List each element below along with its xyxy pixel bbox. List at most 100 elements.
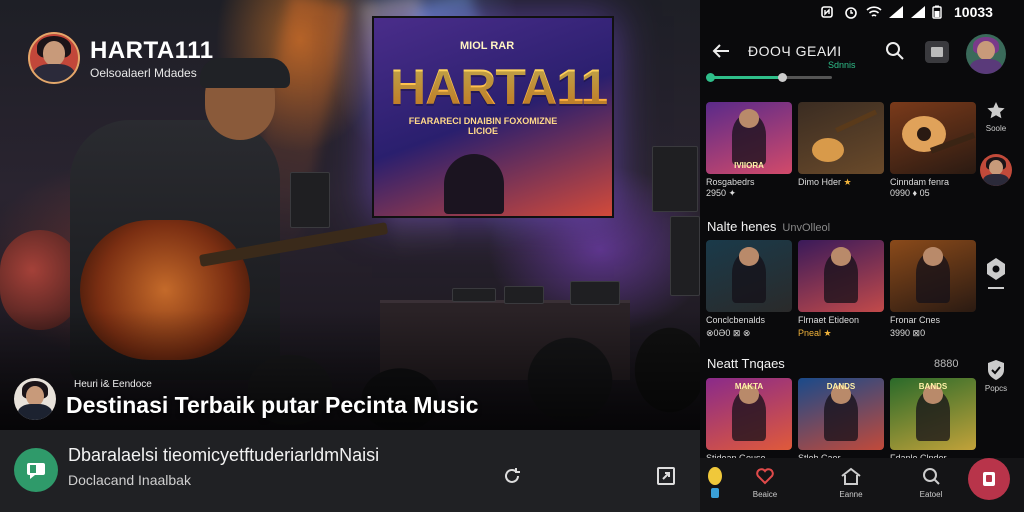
screen-small-text: MIOL RAR xyxy=(460,40,515,52)
nav-item-eatoel[interactable]: Eatoel xyxy=(906,466,956,499)
section-heading: Nalte henes xyxy=(707,219,777,234)
caption-small-text: Heuri i& Eendoce xyxy=(74,379,152,390)
star-icon: ★ xyxy=(843,177,852,187)
album-card[interactable]: DANDS Stleh Caer xyxy=(798,378,884,463)
album-card[interactable]: Cinndam fenra 0990 ♦ 05 xyxy=(890,102,976,198)
back-arrow-icon[interactable] xyxy=(710,40,732,67)
side-item-user[interactable] xyxy=(976,154,1016,186)
signal-icon xyxy=(888,5,904,22)
heart-icon xyxy=(756,468,774,485)
speaker-cabinet xyxy=(670,216,700,296)
fab-button[interactable] xyxy=(968,458,1010,500)
nav-item-bulb[interactable] xyxy=(700,466,740,504)
album-title: Dimo Hder xyxy=(798,177,842,187)
wifi-icon xyxy=(866,5,882,22)
volume-slider[interactable] xyxy=(706,73,832,82)
screen-subtitle: FEARARECI DNAIBIN FOXOMIZNE LICIOE xyxy=(408,116,558,136)
avatar-shoulders xyxy=(18,404,52,420)
album-thumb: IVIIORA xyxy=(706,102,792,174)
album-title: Rosgabedrs xyxy=(706,177,755,187)
album-card[interactable]: BANDS Fdanle Clndor xyxy=(890,378,976,463)
nav-item-beaice[interactable]: Beaice xyxy=(740,466,790,499)
album-card[interactable]: Conclcbenalds ⊗0Ə0 ⊠ ⊗ xyxy=(706,240,792,339)
album-card[interactable]: IVIIORA Rosgabedrs 2950 ✦ xyxy=(706,102,792,199)
phone-app: 10033 ÐOOЧ GEAИI Sdnnis IVIIORA Rosgabed… xyxy=(700,0,1024,512)
guitar-icon xyxy=(902,116,976,154)
search-icon[interactable] xyxy=(884,40,906,67)
thumb-caption: BANDS xyxy=(918,382,948,391)
thumb-caption: IVIIORA xyxy=(734,161,764,170)
album-meta: 2950 ✦ xyxy=(706,188,737,198)
speaker-cabinet xyxy=(652,146,698,212)
album-thumb xyxy=(798,102,884,174)
notification-bar[interactable]: Dbaralaelsi tieomicyetftuderiarldmNaisi … xyxy=(0,430,700,512)
screen-guitarist xyxy=(444,154,504,214)
side-item-popcs[interactable]: Popcs xyxy=(976,358,1016,393)
nfc-icon xyxy=(820,5,834,22)
status-time: 10033 xyxy=(954,4,993,20)
slider-label: Sdnnis xyxy=(828,60,856,70)
stage-screen: MIOL RAR HARTA11 FEARARECI DNAIBIN FOXOM… xyxy=(372,16,614,218)
settings-tag-icon xyxy=(987,258,1005,289)
thumb-figure-head xyxy=(738,247,760,266)
album-thumb xyxy=(890,102,976,174)
brand-subtitle: Oelsoalaerl Mdades xyxy=(90,65,197,80)
album-thumb: MAKTA xyxy=(706,378,792,450)
album-thumb xyxy=(890,240,976,312)
album-label: Dimo Hder ★ xyxy=(798,177,884,188)
caption-avatar[interactable] xyxy=(14,378,56,420)
section-title: Nalte henes UnvOlleol xyxy=(707,219,830,234)
thumb-caption: MAKTA xyxy=(734,382,764,391)
slider-knob-start[interactable] xyxy=(706,73,715,82)
side-item-settings[interactable] xyxy=(976,256,1016,294)
album-label: Conclcbenalds xyxy=(706,315,766,325)
avatar-face xyxy=(988,159,1004,176)
side-item-label: Popcs xyxy=(984,384,1008,393)
album-meta: 3990 ⊠0 xyxy=(890,328,926,338)
avatar-shoulders xyxy=(983,173,1009,186)
avatar-face xyxy=(25,385,45,406)
status-bar: 10033 xyxy=(700,0,1024,26)
avatar-face xyxy=(977,41,995,61)
nav-label: Eatoel xyxy=(919,490,943,499)
album-meta: Pneal ★ xyxy=(798,328,884,339)
album-thumb: BANDS xyxy=(890,378,976,450)
avatar-ring xyxy=(28,32,80,84)
hero-headline: Destinasi Terbaik putar Pecinta Music xyxy=(66,392,479,418)
album-label: Fronar Cnes xyxy=(890,315,941,325)
album-card[interactable]: Fronar Cnes 3990 ⊠0 xyxy=(890,240,976,339)
profile-avatar[interactable] xyxy=(966,34,1006,74)
nav-label: Eanne xyxy=(839,490,863,499)
star-badge-icon xyxy=(987,102,1005,119)
alarm-icon xyxy=(844,5,858,22)
album-meta-text: Pneal ★ xyxy=(798,328,832,338)
album-card[interactable]: MAKTA Stidoan Gouse xyxy=(706,378,792,463)
search-icon xyxy=(923,468,940,485)
trash-icon xyxy=(983,472,995,486)
side-item-soole[interactable]: Soole xyxy=(976,100,1016,133)
notification-title: Dbaralaelsi tieomicyetftuderiarldmNaisi xyxy=(68,445,380,465)
album-label: Flrnaet Etideon xyxy=(798,315,860,325)
hero-image: MIOL RAR HARTA11 FEARARECI DNAIBIN FOXOM… xyxy=(0,0,700,430)
chat-bubble-icon[interactable] xyxy=(14,448,58,492)
guitar-icon xyxy=(812,109,878,162)
album-thumb: DANDS xyxy=(798,378,884,450)
section-title: Neatt Tnqaes xyxy=(707,356,785,371)
album-meta: 0990 ♦ 05 xyxy=(890,188,930,198)
refresh-icon[interactable] xyxy=(498,462,526,490)
album-card[interactable]: Flrnaet Etideon Pneal ★ xyxy=(798,240,884,339)
brand-title: HARTA111 xyxy=(90,36,214,64)
album-label: Rosgabedrs xyxy=(706,177,792,187)
section-subheading: UnvOlleol xyxy=(782,222,831,234)
nav-item-eanne[interactable]: Eanne xyxy=(826,466,876,499)
share-icon[interactable] xyxy=(652,462,680,490)
album-card[interactable]: Dimo Hder ★ xyxy=(798,102,884,188)
cast-icon[interactable] xyxy=(924,40,950,69)
user-avatar[interactable] xyxy=(980,154,1012,186)
brand-avatar[interactable] xyxy=(28,32,80,84)
caption-avatar-row xyxy=(14,378,56,420)
brand-header: HARTA111 Oelsoalaerl Mdades xyxy=(28,32,214,84)
section-more[interactable]: 8880 xyxy=(934,358,958,370)
thumb-caption: DANDS xyxy=(826,382,856,391)
notification-subtitle: Doclacand Inaalbak xyxy=(68,472,191,488)
